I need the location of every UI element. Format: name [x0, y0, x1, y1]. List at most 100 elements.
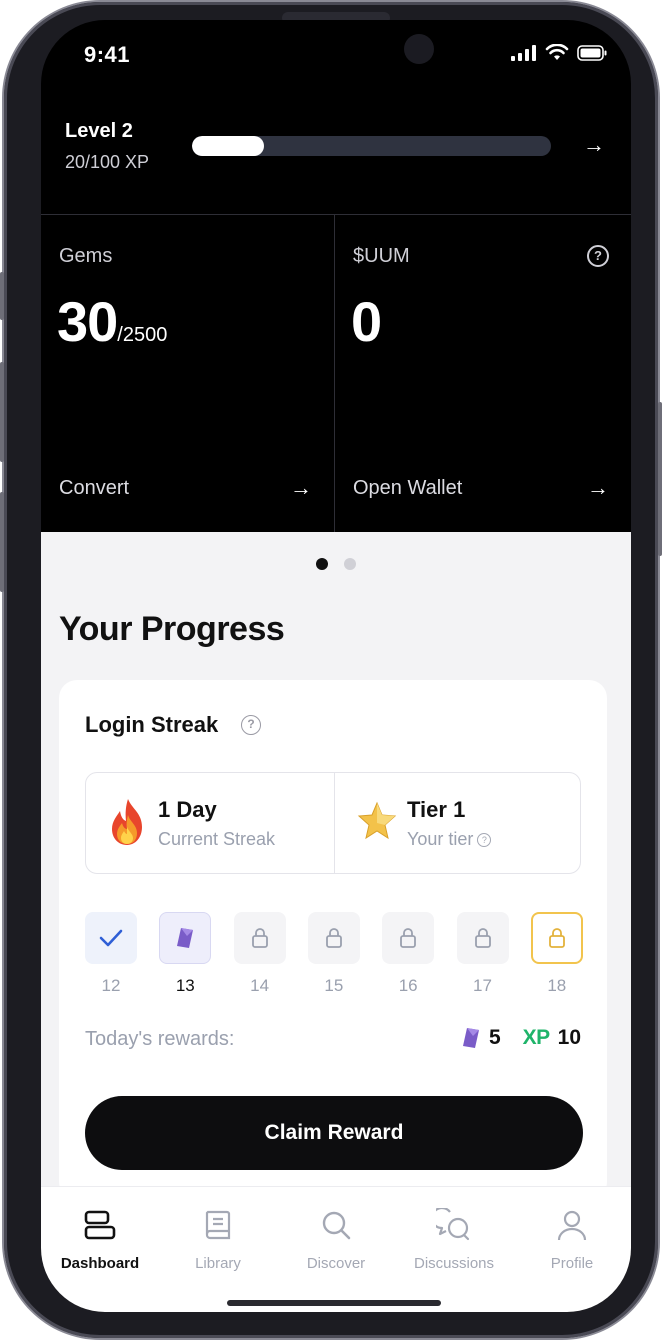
tab-library[interactable]: Library — [159, 1205, 277, 1272]
tab-label: Library — [195, 1255, 241, 1272]
arrow-right-icon[interactable]: → — [583, 132, 605, 158]
arrow-right-icon[interactable]: → — [290, 475, 312, 501]
claim-reward-button[interactable]: Claim Reward — [85, 1096, 583, 1170]
streak-day-number: 14 — [250, 976, 270, 995]
xp-tag: XP — [522, 1026, 551, 1049]
level-label: Level 2 — [65, 120, 133, 142]
tab-label: Dashboard — [60, 1255, 140, 1272]
tab-label: Profile — [550, 1255, 594, 1272]
screen: 9:41 Level 2 20/100 XP → Gems 30/2500 Co… — [41, 20, 631, 1312]
xp-progress-fill — [192, 136, 264, 156]
book-icon — [159, 1205, 277, 1245]
streak-days: 12 13 14 15 16 17 18 — [85, 912, 583, 1002]
gem-reward: 5 — [488, 1026, 501, 1049]
main-content: Your Progress Login Streak ? 1 Day Curre… — [41, 532, 631, 1232]
streak-day-number: 18 — [547, 976, 567, 995]
streak-day-box[interactable] — [382, 912, 435, 964]
tab-discussions[interactable]: Discussions — [395, 1205, 513, 1272]
gems-title: Gems — [59, 245, 113, 267]
wallet-cards: Gems 30/2500 Convert → $UUM ? 0 Open Wal… — [41, 214, 631, 533]
streak-day[interactable]: 15 — [307, 912, 360, 996]
lock-icon — [398, 927, 418, 949]
page-dot[interactable] — [344, 558, 356, 570]
streak-day-number: 13 — [175, 976, 195, 995]
streak-day-box[interactable] — [530, 912, 583, 964]
current-streak-stat: 1 Day Current Streak — [86, 773, 335, 873]
tier-label-row: Your tier? — [407, 829, 492, 850]
lock-icon — [324, 927, 344, 949]
search-icon — [277, 1205, 395, 1245]
page-indicator[interactable] — [41, 558, 631, 570]
signal-icon — [511, 45, 536, 61]
streak-day[interactable]: 13 — [159, 912, 212, 996]
notch — [214, 20, 458, 82]
tab-bar: Dashboard Library Discover Discussions Profi… — [41, 1186, 631, 1312]
streak-day-box[interactable] — [307, 912, 360, 964]
level-progress[interactable]: Level 2 20/100 XP → — [65, 116, 605, 186]
chat-icon — [395, 1205, 513, 1245]
camera — [404, 34, 434, 64]
arrow-right-icon[interactable]: → — [587, 475, 609, 501]
streak-day-number: 16 — [398, 976, 418, 995]
streak-day[interactable]: 17 — [456, 912, 509, 996]
streak-stats: 1 Day Current Streak Tier 1 Your tier? — [85, 772, 581, 874]
help-icon[interactable]: ? — [587, 245, 609, 267]
uum-value: 0 — [351, 290, 382, 353]
tier-stat: Tier 1 Your tier? — [335, 773, 581, 873]
uum-card: $UUM ? 0 Open Wallet → — [335, 215, 631, 533]
side-button — [0, 362, 4, 462]
streak-value: 1 Day — [158, 797, 217, 822]
streak-day-box[interactable] — [233, 912, 286, 964]
tab-profile[interactable]: Profile — [513, 1205, 631, 1272]
uum-title: $UUM — [353, 245, 410, 267]
side-button — [658, 402, 662, 556]
side-button — [0, 272, 4, 320]
gems-card: Gems 30/2500 Convert → — [41, 215, 335, 533]
tab-discover[interactable]: Discover — [277, 1205, 395, 1272]
phone-frame: 9:41 Level 2 20/100 XP → Gems 30/2500 Co… — [0, 2, 662, 1338]
lock-icon — [473, 927, 493, 949]
side-button — [0, 492, 4, 592]
fire-icon — [112, 799, 142, 845]
streak-day-number: 15 — [324, 976, 344, 995]
lock-icon — [547, 927, 567, 949]
tier-value: Tier 1 — [407, 797, 466, 822]
tab-label: Discover — [306, 1255, 366, 1272]
streak-day[interactable]: 18 — [530, 912, 583, 996]
star-icon — [357, 801, 397, 840]
status-time: 9:41 — [84, 42, 131, 67]
xp-reward: 10 — [557, 1026, 581, 1049]
streak-label: Current Streak — [158, 829, 276, 849]
gems-max: /2500 — [117, 324, 168, 346]
rewards-label: Today's rewards: — [85, 1028, 235, 1050]
streak-day[interactable]: 16 — [382, 912, 435, 996]
xp-label: 20/100 XP — [65, 152, 150, 172]
battery-icon — [577, 45, 607, 61]
page-dot[interactable] — [316, 558, 328, 570]
streak-day-box[interactable] — [159, 912, 212, 964]
todays-rewards: Today's rewards: 5 XP 10 — [85, 1026, 581, 1056]
help-icon[interactable]: ? — [477, 833, 492, 848]
gem-icon — [462, 1028, 479, 1048]
streak-day[interactable]: 14 — [233, 912, 286, 996]
status-bar: 9:41 — [41, 20, 631, 94]
help-icon[interactable]: ? — [241, 715, 261, 735]
streak-day[interactable]: 12 — [85, 912, 137, 996]
home-indicator[interactable] — [227, 1300, 441, 1306]
open-wallet-link[interactable]: Open Wallet — [353, 477, 462, 500]
streak-day-box[interactable] — [456, 912, 509, 964]
streak-day-box[interactable] — [85, 912, 137, 964]
lock-icon — [250, 927, 270, 949]
dashboard-icon — [41, 1205, 159, 1245]
card-title: Login Streak — [85, 712, 219, 737]
convert-link[interactable]: Convert — [59, 477, 129, 500]
streak-day-number: 17 — [473, 976, 492, 995]
status-icons — [511, 44, 607, 62]
user-icon — [513, 1205, 631, 1245]
tab-dashboard[interactable]: Dashboard — [41, 1205, 159, 1272]
gem-icon — [174, 925, 196, 951]
check-icon — [98, 928, 124, 948]
rewards-values: 5 XP 10 — [461, 1026, 581, 1050]
xp-progress-bar — [192, 136, 551, 156]
gems-value: 30/2500 — [57, 289, 167, 354]
